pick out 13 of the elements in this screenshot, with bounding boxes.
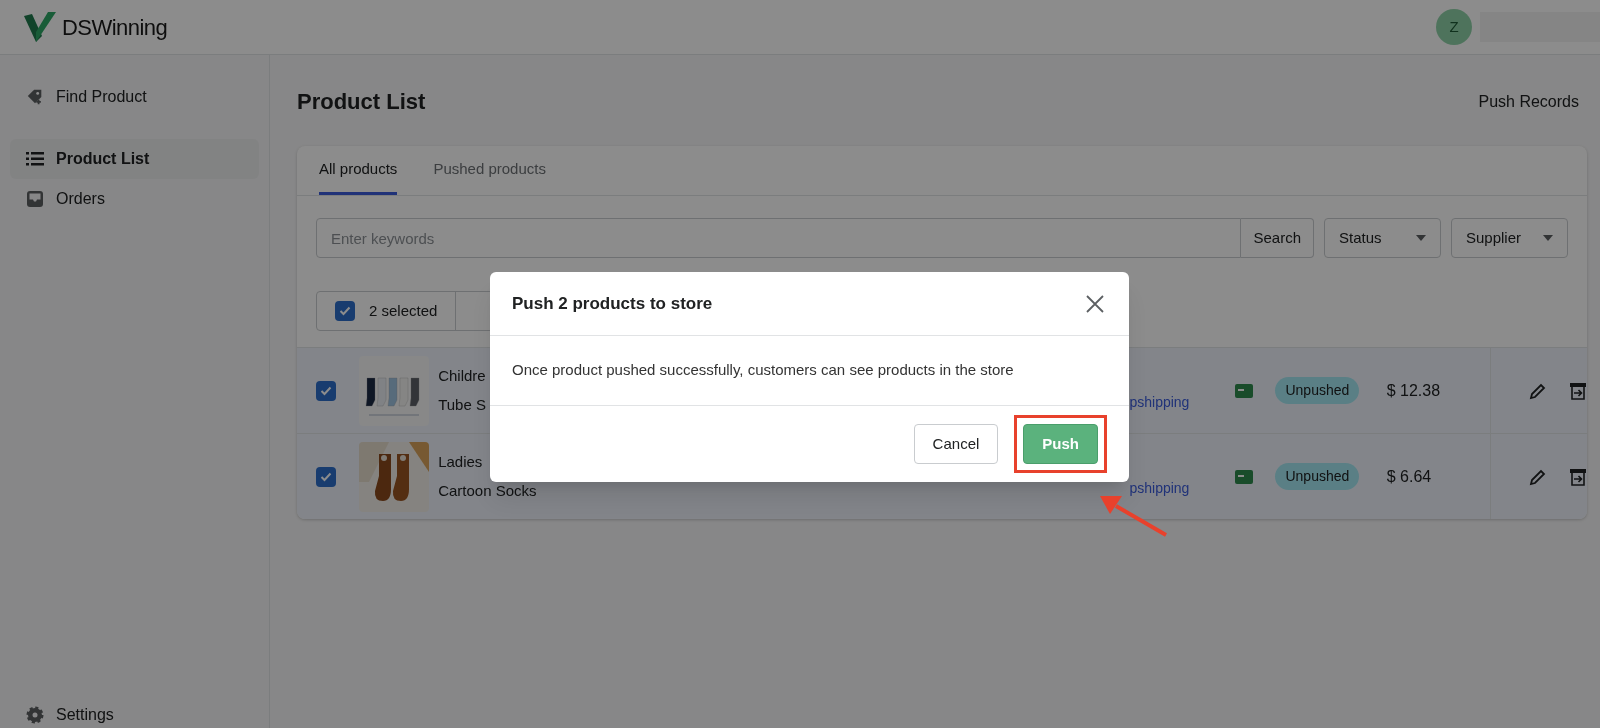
product-name: Ladies (438, 452, 483, 472)
product-name: Childre (438, 366, 486, 386)
logo-text: DSWinning (62, 13, 168, 42)
price: $ 12.38 (1386, 381, 1441, 399)
page-title: Product List (297, 88, 426, 116)
product-name: Tube S (438, 394, 486, 415)
status-badge: Unpushed (1275, 463, 1360, 490)
dialog-message: Once product pushed successfully, customers can see products in the store (512, 360, 1014, 381)
status-badge: Unpushed (1275, 377, 1360, 404)
dialog-title: Push 2 products to store (512, 292, 713, 315)
product-name: Cartoon Socks (438, 480, 537, 501)
price: $ 6.64 (1386, 467, 1432, 485)
selected-count: 2 selected (369, 300, 438, 321)
